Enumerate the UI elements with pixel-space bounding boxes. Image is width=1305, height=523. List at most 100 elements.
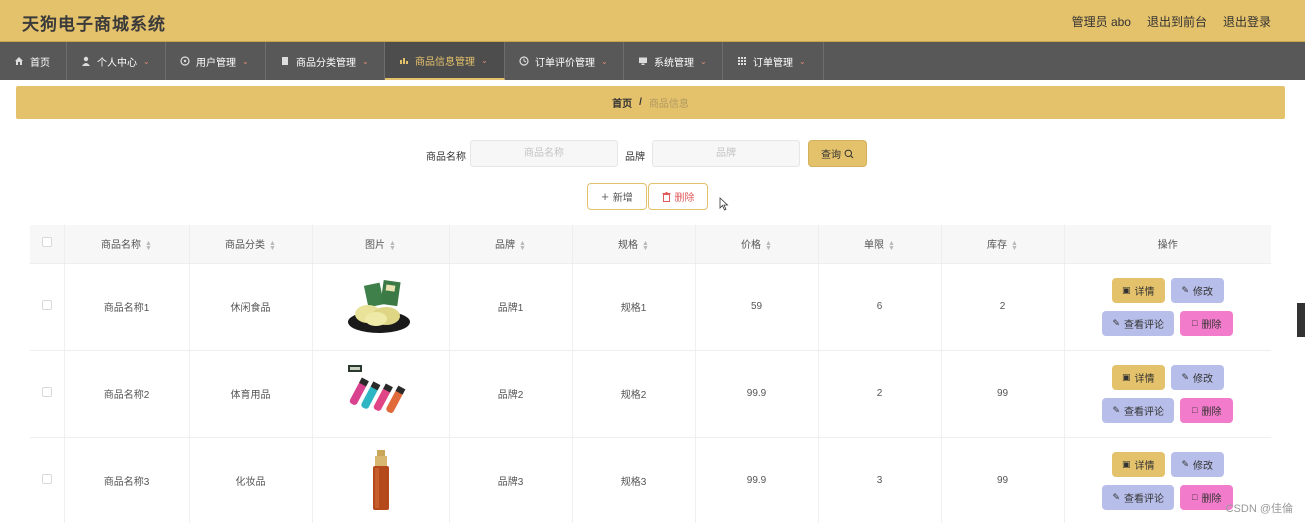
image-cell — [312, 263, 450, 351]
price-cell: 99.9 — [695, 437, 819, 523]
table-row: 商品名称2 体育用品 品牌2 规格2 99.9 2 99 ▣ 详情 ✎ 修改 ✎… — [30, 350, 1271, 438]
chart-icon — [400, 58, 408, 64]
snack-image[interactable] — [346, 276, 416, 338]
brand-label: 品牌 — [625, 152, 645, 163]
brand-cell: 品牌2 — [449, 350, 573, 438]
monitor-icon — [639, 57, 647, 65]
query-label: 查询 — [821, 150, 841, 161]
nav-item-users[interactable]: 用户管理 ⌄ — [166, 42, 266, 80]
clock-icon — [519, 56, 529, 66]
add-button[interactable]: + 新增 — [587, 183, 647, 210]
column-label: 图片 — [365, 240, 386, 252]
doc-icon: ▣ — [1121, 371, 1131, 382]
table-row: 商品名称1 休闲食品 品牌1 规格1 59 6 2 ▣ 详情 ✎ 修改 ✎ 查看… — [30, 263, 1271, 351]
product-name-cell: 商品名称1 — [64, 263, 190, 351]
spec-cell: 规格1 — [572, 263, 696, 351]
pencil-icon: ✎ — [1181, 371, 1190, 382]
nav-item-orders[interactable]: 订单管理 ⌄ — [723, 42, 824, 80]
detail-button[interactable]: ▣ 详情 — [1111, 277, 1165, 303]
table-row: 商品名称3 化妆品 品牌3 规格3 99.9 3 99 ▣ 详情 ✎ 修改 ✎ … — [30, 437, 1271, 523]
view-reviews-button[interactable]: ✎ 查看评论 — [1102, 484, 1175, 510]
nav-item-product-info[interactable]: 商品信息管理 ⌄ — [385, 42, 505, 80]
batch-delete-button[interactable]: 删除 — [648, 183, 708, 210]
nav-item-category[interactable]: 商品分类管理 ⌄ — [266, 42, 385, 80]
edit-label: 修改 — [1193, 286, 1214, 298]
watermark: CSDN @佳倫 — [1225, 503, 1293, 515]
query-button[interactable]: 查询 — [808, 140, 867, 167]
doc-icon: ▣ — [1121, 458, 1131, 469]
detail-button[interactable]: ▣ 详情 — [1111, 364, 1165, 390]
breadcrumb-home[interactable]: 首页 — [612, 95, 632, 110]
nav-label: 个人中心 — [97, 57, 137, 69]
column-header[interactable]: 商品分类 ▲ ▼ — [189, 225, 313, 264]
view-reviews-button[interactable]: ✎ 查看评论 — [1102, 310, 1175, 336]
trash-icon: □ — [1192, 405, 1198, 415]
row-select-cell — [30, 350, 65, 438]
pencil-icon: ✎ — [1181, 458, 1190, 469]
column-header[interactable]: 库存 ▲ ▼ — [941, 225, 1065, 264]
detail-label: 详情 — [1134, 373, 1155, 385]
delete-row-label: 删除 — [1201, 406, 1222, 418]
sports-image[interactable] — [346, 363, 416, 425]
chevron-down-icon: ⌄ — [601, 56, 608, 66]
delete-row-label: 删除 — [1201, 493, 1222, 505]
edit-button[interactable]: ✎ 修改 — [1170, 277, 1224, 303]
logout-link[interactable]: 退出登录 — [1223, 13, 1271, 30]
row-select-cell — [30, 263, 65, 351]
trash-icon: □ — [1192, 492, 1198, 502]
top-links: 管理员 abo 退出到前台 退出登录 — [1072, 13, 1271, 30]
nav-label: 用户管理 — [196, 57, 236, 69]
sort-icon: ▲ ▼ — [1011, 239, 1018, 252]
nav-item-system[interactable]: 系统管理 ⌄ — [624, 42, 723, 80]
view-reviews-button[interactable]: ✎ 查看评论 — [1102, 397, 1175, 423]
row-checkbox[interactable] — [41, 387, 52, 397]
search-form: 商品名称 品牌 查询 — [0, 140, 1305, 168]
row-checkbox[interactable] — [41, 474, 52, 484]
delete-row-button[interactable]: □ 删除 — [1180, 397, 1234, 423]
doc-icon — [282, 57, 288, 65]
column-header[interactable]: 单限 ▲ ▼ — [818, 225, 942, 264]
user-icon — [82, 56, 90, 66]
row-checkbox[interactable] — [41, 300, 52, 310]
sort-icon: ▲ ▼ — [519, 239, 526, 252]
column-header[interactable]: 图片 ▲ ▼ — [312, 225, 450, 264]
nav-item-home[interactable]: 首页 — [0, 42, 67, 80]
column-label: 操作 — [1157, 240, 1178, 252]
nav-item-personal[interactable]: 个人中心 ⌄ — [67, 42, 166, 80]
column-header[interactable]: 品牌 ▲ ▼ — [449, 225, 573, 264]
chevron-down-icon: ⌄ — [242, 56, 249, 66]
product-name-input[interactable] — [470, 140, 618, 167]
detail-label: 详情 — [1134, 286, 1155, 298]
delete-label: 删除 — [674, 193, 695, 204]
sort-icon: ▲ ▼ — [888, 239, 895, 252]
chevron-down-icon: ⌄ — [143, 56, 150, 66]
select-all-cell — [30, 225, 65, 264]
column-label: 单限 — [864, 240, 885, 252]
delete-row-button[interactable]: □ 删除 — [1180, 310, 1234, 336]
limit-cell: 2 — [818, 350, 942, 438]
circle-icon — [180, 56, 190, 66]
column-header[interactable]: 价格 ▲ ▼ — [695, 225, 819, 264]
edit-button[interactable]: ✎ 修改 — [1170, 364, 1224, 390]
edit-button[interactable]: ✎ 修改 — [1170, 451, 1224, 477]
chevron-down-icon: ⌄ — [481, 55, 488, 65]
stock-cell: 99 — [941, 350, 1065, 438]
detail-button[interactable]: ▣ 详情 — [1111, 451, 1165, 477]
column-header[interactable]: 商品名称 ▲ ▼ — [64, 225, 190, 264]
home-icon — [15, 57, 23, 65]
brand-input[interactable] — [652, 140, 800, 167]
select-all-checkbox[interactable] — [41, 237, 52, 248]
stock-cell: 99 — [941, 437, 1065, 523]
chevron-down-icon: ⌄ — [799, 56, 806, 66]
exit-to-front-link[interactable]: 退出到前台 — [1147, 13, 1207, 30]
limit-cell: 6 — [818, 263, 942, 351]
cosmetic-image[interactable] — [346, 449, 416, 512]
scrollbar-thumb[interactable] — [1297, 303, 1305, 337]
nav-label: 订单管理 — [753, 57, 793, 69]
spec-cell: 规格2 — [572, 350, 696, 438]
nav-item-order-review[interactable]: 订单评价管理 ⌄ — [505, 42, 624, 80]
breadcrumb-separator: / — [639, 97, 642, 108]
column-header[interactable]: 规格 ▲ ▼ — [572, 225, 696, 264]
breadcrumb-current: 商品信息 — [648, 99, 689, 110]
sort-icon: ▲ ▼ — [145, 239, 152, 252]
